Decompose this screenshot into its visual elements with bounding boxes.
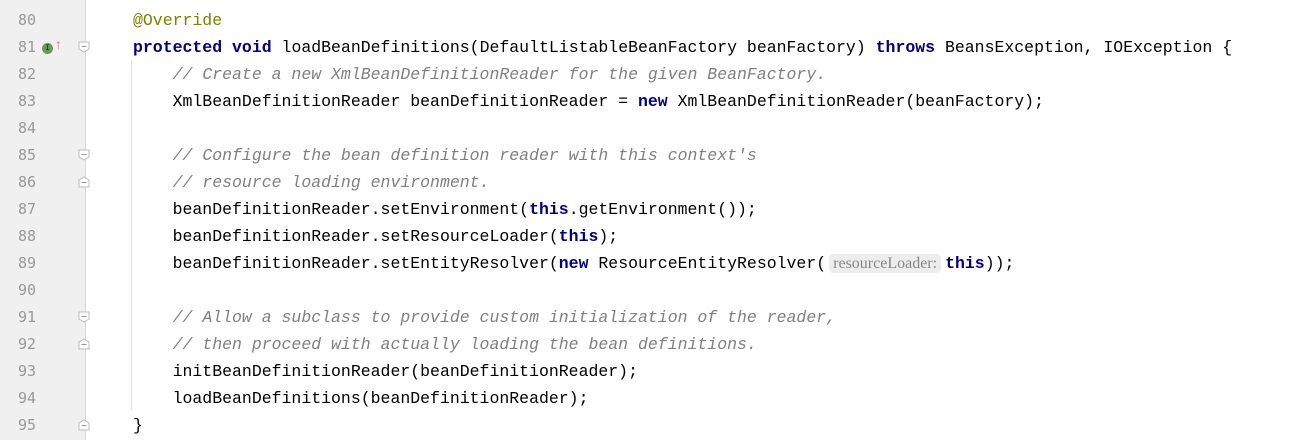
comment: // then proceed with actually loading th… (172, 335, 757, 354)
code-line[interactable]: 93 initBeanDefinitionReader(beanDefiniti… (0, 358, 1294, 385)
code-line[interactable]: 92 // then proceed with actually loading… (0, 331, 1294, 358)
code-line[interactable]: 91 // Allow a subclass to provide custom… (0, 304, 1294, 331)
code-line[interactable]: 88 beanDefinitionReader.setResourceLoade… (0, 223, 1294, 250)
code-token: .getEnvironment()); (568, 200, 757, 219)
keyword: new (637, 92, 668, 111)
code-token: BeansException, IOException { (935, 38, 1233, 57)
code-line[interactable]: 83 XmlBeanDefinitionReader beanDefinitio… (0, 88, 1294, 115)
line-number[interactable]: 93 (0, 358, 36, 385)
fold-end-icon[interactable] (78, 419, 90, 431)
code-token: XmlBeanDefinitionReader(beanFactory); (667, 92, 1044, 111)
code-line[interactable]: 85 // Configure the bean definition read… (0, 142, 1294, 169)
code-token: beanDefinitionReader.setEntityResolver( (133, 254, 559, 273)
code-text: // then proceed with actually loading th… (133, 331, 757, 358)
code-line[interactable]: 95} (0, 412, 1294, 439)
code-text: loadBeanDefinitions(beanDefinitionReader… (133, 385, 589, 412)
keyword: this (529, 200, 569, 219)
code-text: beanDefinitionReader.setEntityResolver(n… (133, 250, 1014, 277)
implements-marker-icon[interactable]: I (42, 43, 53, 54)
fold-end-icon[interactable] (78, 176, 90, 188)
code-line[interactable]: 82 // Create a new XmlBeanDefinitionRead… (0, 61, 1294, 88)
code-token: XmlBeanDefinitionReader beanDefinitionRe… (133, 92, 638, 111)
code-token: beanDefinitionReader.setResourceLoader( (133, 227, 559, 246)
keyword: throws (875, 38, 936, 57)
code-text: // Configure the bean definition reader … (133, 142, 757, 169)
fold-start-icon[interactable] (78, 149, 90, 161)
line-number[interactable]: 94 (0, 385, 36, 412)
code-text: protected void loadBeanDefinitions(Defau… (133, 34, 1232, 61)
keyword: this (558, 227, 599, 246)
code-line[interactable]: 87 beanDefinitionReader.setEnvironment(t… (0, 196, 1294, 223)
code-token: beanDefinitionReader.setEnvironment( (133, 200, 530, 219)
code-text: // Create a new XmlBeanDefinitionReader … (133, 61, 827, 88)
comment: // resource loading environment. (172, 173, 490, 192)
code-text: } (133, 412, 143, 439)
code-text: // Allow a subclass to provide custom in… (133, 304, 836, 331)
line-number[interactable]: 91 (0, 304, 36, 331)
line-number[interactable]: 95 (0, 412, 36, 439)
code-line[interactable]: 81 I ↑ protected void loadBeanDefinitions(D… (0, 34, 1294, 61)
keyword: protected (133, 38, 223, 57)
parameter-hint: resourceLoader: (829, 254, 942, 273)
code-token: )); (984, 254, 1015, 273)
annotation: @Override (133, 11, 223, 30)
comment: // Allow a subclass to provide custom in… (172, 308, 837, 327)
line-number[interactable]: 80 (0, 7, 36, 34)
code-line[interactable]: 94 loadBeanDefinitions(beanDefinitionRea… (0, 385, 1294, 412)
line-number[interactable]: 92 (0, 331, 36, 358)
line-number[interactable]: 89 (0, 250, 36, 277)
line-number[interactable]: 87 (0, 196, 36, 223)
comment: // Create a new XmlBeanDefinitionReader … (172, 65, 827, 84)
code-token: ); (598, 227, 619, 246)
line-number[interactable]: 88 (0, 223, 36, 250)
line-number[interactable]: 84 (0, 115, 36, 142)
code-text: @Override (133, 7, 222, 34)
override-arrow-icon[interactable]: ↑ (54, 39, 62, 53)
fold-end-icon[interactable] (78, 338, 90, 350)
code-line[interactable]: 90 (0, 277, 1294, 304)
keyword: new (558, 254, 589, 273)
code-text: beanDefinitionReader.setEnvironment(this… (133, 196, 757, 223)
keyword: void (222, 38, 272, 57)
code-token: initBeanDefinitionReader(beanDefinitionR… (133, 362, 638, 381)
code-token: loadBeanDefinitions(beanDefinitionReader… (133, 389, 589, 408)
line-number[interactable]: 85 (0, 142, 36, 169)
line-number[interactable]: 90 (0, 277, 36, 304)
code-line[interactable]: 86 // resource loading environment. (0, 169, 1294, 196)
code-text: // resource loading environment. (133, 169, 490, 196)
comment: // Configure the bean definition reader … (172, 146, 757, 165)
fold-start-icon[interactable] (78, 41, 90, 53)
code-token: loadBeanDefinitions(DefaultListableBeanF… (271, 38, 876, 57)
line-number[interactable]: 83 (0, 88, 36, 115)
code-line[interactable]: 89 beanDefinitionReader.setEntityResolve… (0, 250, 1294, 277)
keyword: this (945, 254, 985, 273)
fold-start-icon[interactable] (78, 311, 90, 323)
code-token: } (133, 416, 143, 435)
code-text: initBeanDefinitionReader(beanDefinitionR… (133, 358, 638, 385)
code-editor[interactable]: 80 @Override 81 I ↑ protected void loadBeanDe… (0, 0, 1294, 440)
code-text: XmlBeanDefinitionReader beanDefinitionRe… (133, 88, 1044, 115)
line-number[interactable]: 81 (0, 34, 36, 61)
code-line[interactable]: 80 @Override (0, 7, 1294, 34)
code-text: beanDefinitionReader.setResourceLoader(t… (133, 223, 619, 250)
code-token: ResourceEntityResolver( (588, 254, 827, 273)
line-number[interactable]: 82 (0, 61, 36, 88)
code-line[interactable]: 84 (0, 115, 1294, 142)
line-number[interactable]: 86 (0, 169, 36, 196)
